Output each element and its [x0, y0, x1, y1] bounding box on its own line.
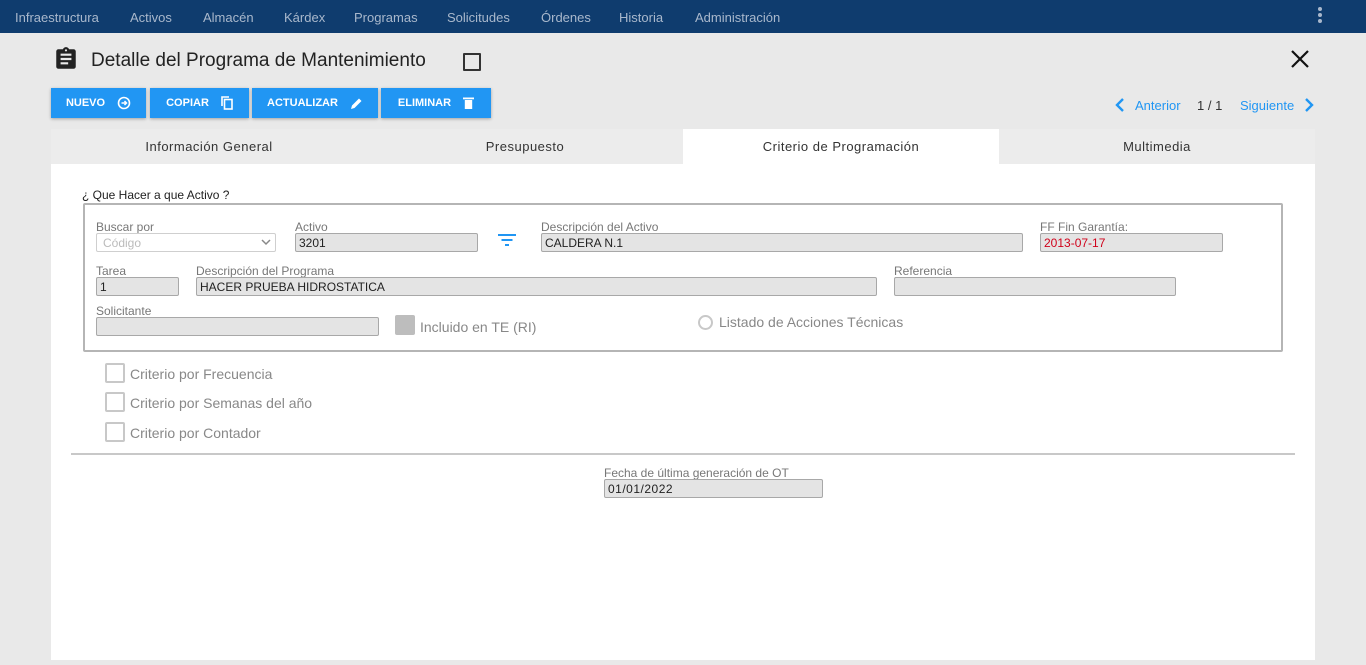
trash-icon: [463, 97, 475, 109]
nav-item-infraestructura[interactable]: Infraestructura: [15, 10, 99, 25]
criterio-frecuencia-checkbox[interactable]: [105, 363, 125, 383]
activo-field[interactable]: 3201: [295, 233, 478, 252]
nav-item-kardex[interactable]: Kárdex: [284, 10, 325, 25]
descripcion-programa-field[interactable]: HACER PRUEBA HIDROSTATICA: [196, 277, 877, 296]
descripcion-activo-label: Descripción del Activo: [541, 220, 659, 234]
solicitante-label: Solicitante: [96, 304, 152, 318]
listado-acciones-label: Listado de Acciones Técnicas: [719, 314, 904, 330]
descripcion-activo-field[interactable]: CALDERA N.1: [541, 233, 1023, 252]
tab-multimedia[interactable]: Multimedia: [999, 129, 1315, 164]
pencil-icon: [350, 98, 362, 109]
criterio-semanas-label: Criterio por Semanas del año: [130, 395, 313, 411]
tarea-field[interactable]: 1: [96, 277, 179, 296]
nuevo-button[interactable]: NUEVO: [51, 88, 146, 118]
ultima-generacion-field[interactable]: 01/01/2022: [604, 479, 823, 498]
nuevo-button-label: NUEVO: [65, 97, 106, 109]
criterio-contador-label: Criterio por Contador: [130, 425, 261, 441]
top-navigation: Infraestructura Activos Almacén Kárdex P…: [0, 0, 1366, 33]
next-link[interactable]: Siguiente: [1240, 98, 1294, 113]
nav-item-solicitudes[interactable]: Solicitudes: [447, 10, 510, 25]
activo-label: Activo: [295, 220, 328, 234]
criterio-frecuencia-label: Criterio por Frecuencia: [130, 366, 273, 382]
nav-item-almacen[interactable]: Almacén: [203, 10, 254, 25]
incluido-te-label: Incluido en TE (RI): [420, 319, 537, 335]
add-circle-icon: [117, 96, 131, 110]
referencia-field[interactable]: [894, 277, 1176, 296]
tab-bar: Información General Presupuesto Criterio…: [51, 129, 1315, 164]
buscar-por-select[interactable]: Código: [96, 233, 276, 252]
section-title: ¿ Que Hacer a que Activo ?: [82, 188, 230, 202]
tab-informacion-general[interactable]: Información General: [51, 129, 367, 164]
divider: [71, 453, 1295, 455]
descripcion-programa-label: Descripción del Programa: [196, 264, 335, 278]
close-icon[interactable]: [1289, 48, 1311, 70]
page-title: Detalle del Programa de Mantenimiento: [91, 50, 426, 71]
tab-criterio-programacion[interactable]: Criterio de Programación: [683, 129, 999, 164]
ff-fin-garantia-label: FF Fin Garantía:: [1040, 220, 1129, 234]
incluido-te-checkbox[interactable]: [395, 315, 415, 335]
actualizar-button-label: ACTUALIZAR: [267, 97, 338, 109]
tab-presupuesto[interactable]: Presupuesto: [367, 129, 683, 164]
ff-fin-garantia-field[interactable]: 2013-07-17: [1040, 233, 1223, 252]
eliminar-button[interactable]: ELIMINAR: [381, 88, 491, 118]
actualizar-button[interactable]: ACTUALIZAR: [252, 88, 378, 118]
nav-item-programas[interactable]: Programas: [354, 10, 418, 25]
copiar-button[interactable]: COPIAR: [150, 88, 249, 118]
previous-link[interactable]: Anterior: [1135, 98, 1181, 113]
ultima-generacion-label: Fecha de última generación de OT: [604, 466, 789, 480]
tarea-label: Tarea: [96, 264, 127, 278]
buscar-por-placeholder: Código: [103, 236, 142, 250]
criterio-contador-checkbox[interactable]: [105, 422, 125, 442]
chevron-right-icon[interactable]: [1303, 97, 1315, 113]
referencia-label: Referencia: [894, 264, 953, 278]
clipboard-icon: [53, 46, 79, 72]
nav-item-activos[interactable]: Activos: [130, 10, 172, 25]
listado-acciones-radio[interactable]: [698, 315, 713, 330]
chevron-down-icon: [261, 239, 271, 246]
nav-item-administracion[interactable]: Administración: [695, 10, 780, 25]
more-menu-icon[interactable]: [1313, 5, 1327, 27]
copy-icon: [221, 96, 233, 110]
solicitante-field[interactable]: [96, 317, 379, 336]
buscar-por-label: Buscar por: [96, 220, 155, 234]
nav-item-ordenes[interactable]: Órdenes: [541, 10, 591, 25]
nav-item-historia[interactable]: Historia: [619, 10, 663, 25]
filter-icon[interactable]: [497, 232, 517, 248]
eliminar-button-label: ELIMINAR: [397, 97, 452, 109]
title-checkbox[interactable]: [463, 53, 481, 71]
page-position: 1 / 1: [1197, 98, 1223, 113]
chevron-left-icon[interactable]: [1114, 97, 1126, 113]
copiar-button-label: COPIAR: [166, 97, 209, 109]
criterio-semanas-checkbox[interactable]: [105, 392, 125, 412]
